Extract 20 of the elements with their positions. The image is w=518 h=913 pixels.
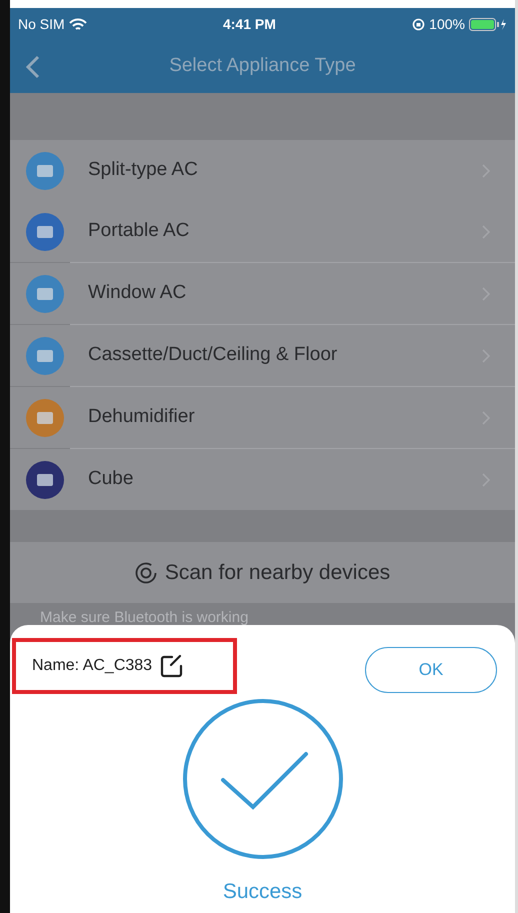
appliance-item[interactable]: Dehumidifier bbox=[10, 387, 515, 448]
device-name: Name: AC_C383 bbox=[32, 656, 152, 676]
appliance-item[interactable]: Window AC bbox=[10, 263, 515, 324]
battery-text: 100% bbox=[429, 14, 465, 34]
wifi-icon bbox=[68, 18, 87, 30]
appliance-item[interactable]: Cube bbox=[10, 449, 515, 510]
appliance-item[interactable]: Split-type AC bbox=[10, 140, 515, 201]
edit-icon[interactable] bbox=[160, 654, 184, 678]
ok-button[interactable]: OK bbox=[365, 647, 497, 693]
success-text: Success bbox=[222, 879, 302, 905]
carrier-text: No SIM bbox=[18, 14, 65, 34]
battery-charging-icon bbox=[468, 18, 507, 30]
rotation-lock-icon bbox=[412, 18, 426, 30]
bluetooth-scan-icon bbox=[134, 562, 157, 584]
screen-title: Select Appliance Type bbox=[169, 55, 356, 76]
time-text: 4:41 PM bbox=[222, 14, 276, 34]
appliance-item[interactable]: Cassette/Duct/Ceiling & Floor bbox=[10, 325, 515, 386]
scan-button[interactable]: Scan for nearby devices bbox=[10, 542, 515, 603]
success-check-icon bbox=[182, 698, 344, 860]
appliance-item[interactable]: Portable AC bbox=[10, 201, 515, 262]
